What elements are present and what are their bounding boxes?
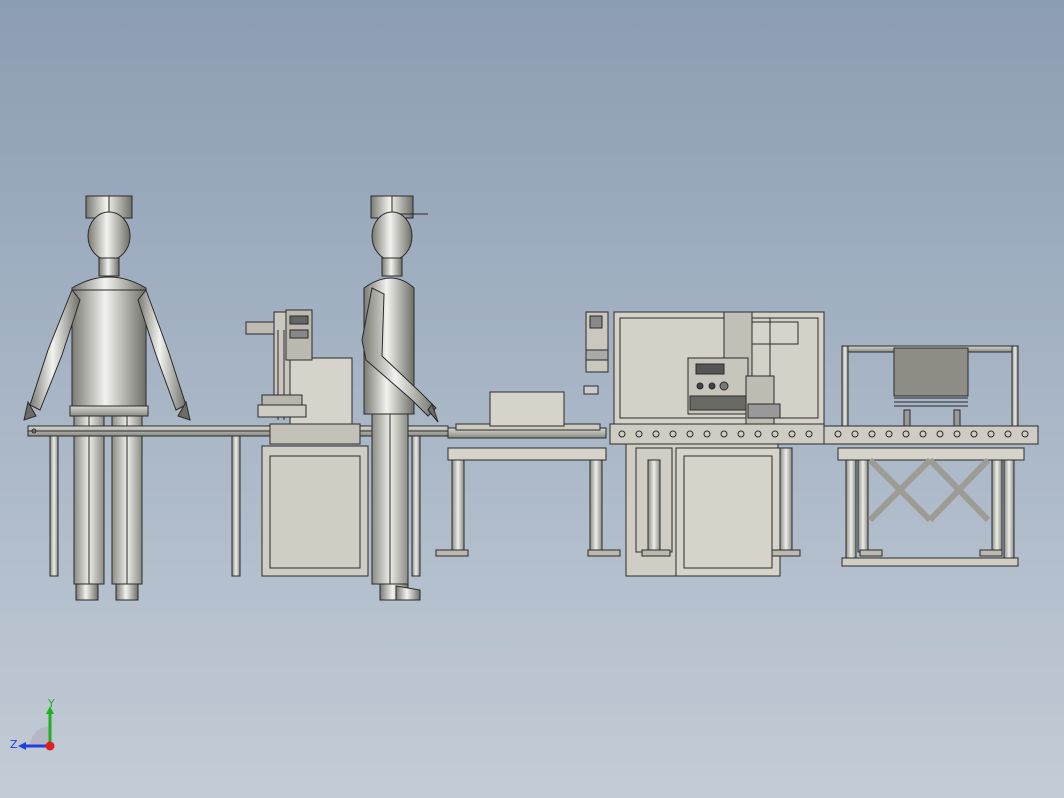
right-stacker-conveyor [823, 345, 1039, 567]
z-axis-label: Z [10, 738, 18, 751]
worker-figure-left [23, 195, 191, 601]
press-machine-1 [245, 309, 369, 577]
orientation-triad[interactable]: Y Z [8, 698, 68, 758]
x-axis-dot-icon [45, 741, 55, 751]
main-assembly-machine [583, 311, 825, 577]
middle-conveyor [435, 391, 621, 557]
z-axis-arrow-icon [18, 742, 26, 750]
cad-model-viewport[interactable] [0, 0, 1064, 798]
worker-figure-right [361, 195, 439, 601]
y-axis-label: Y [47, 698, 55, 710]
